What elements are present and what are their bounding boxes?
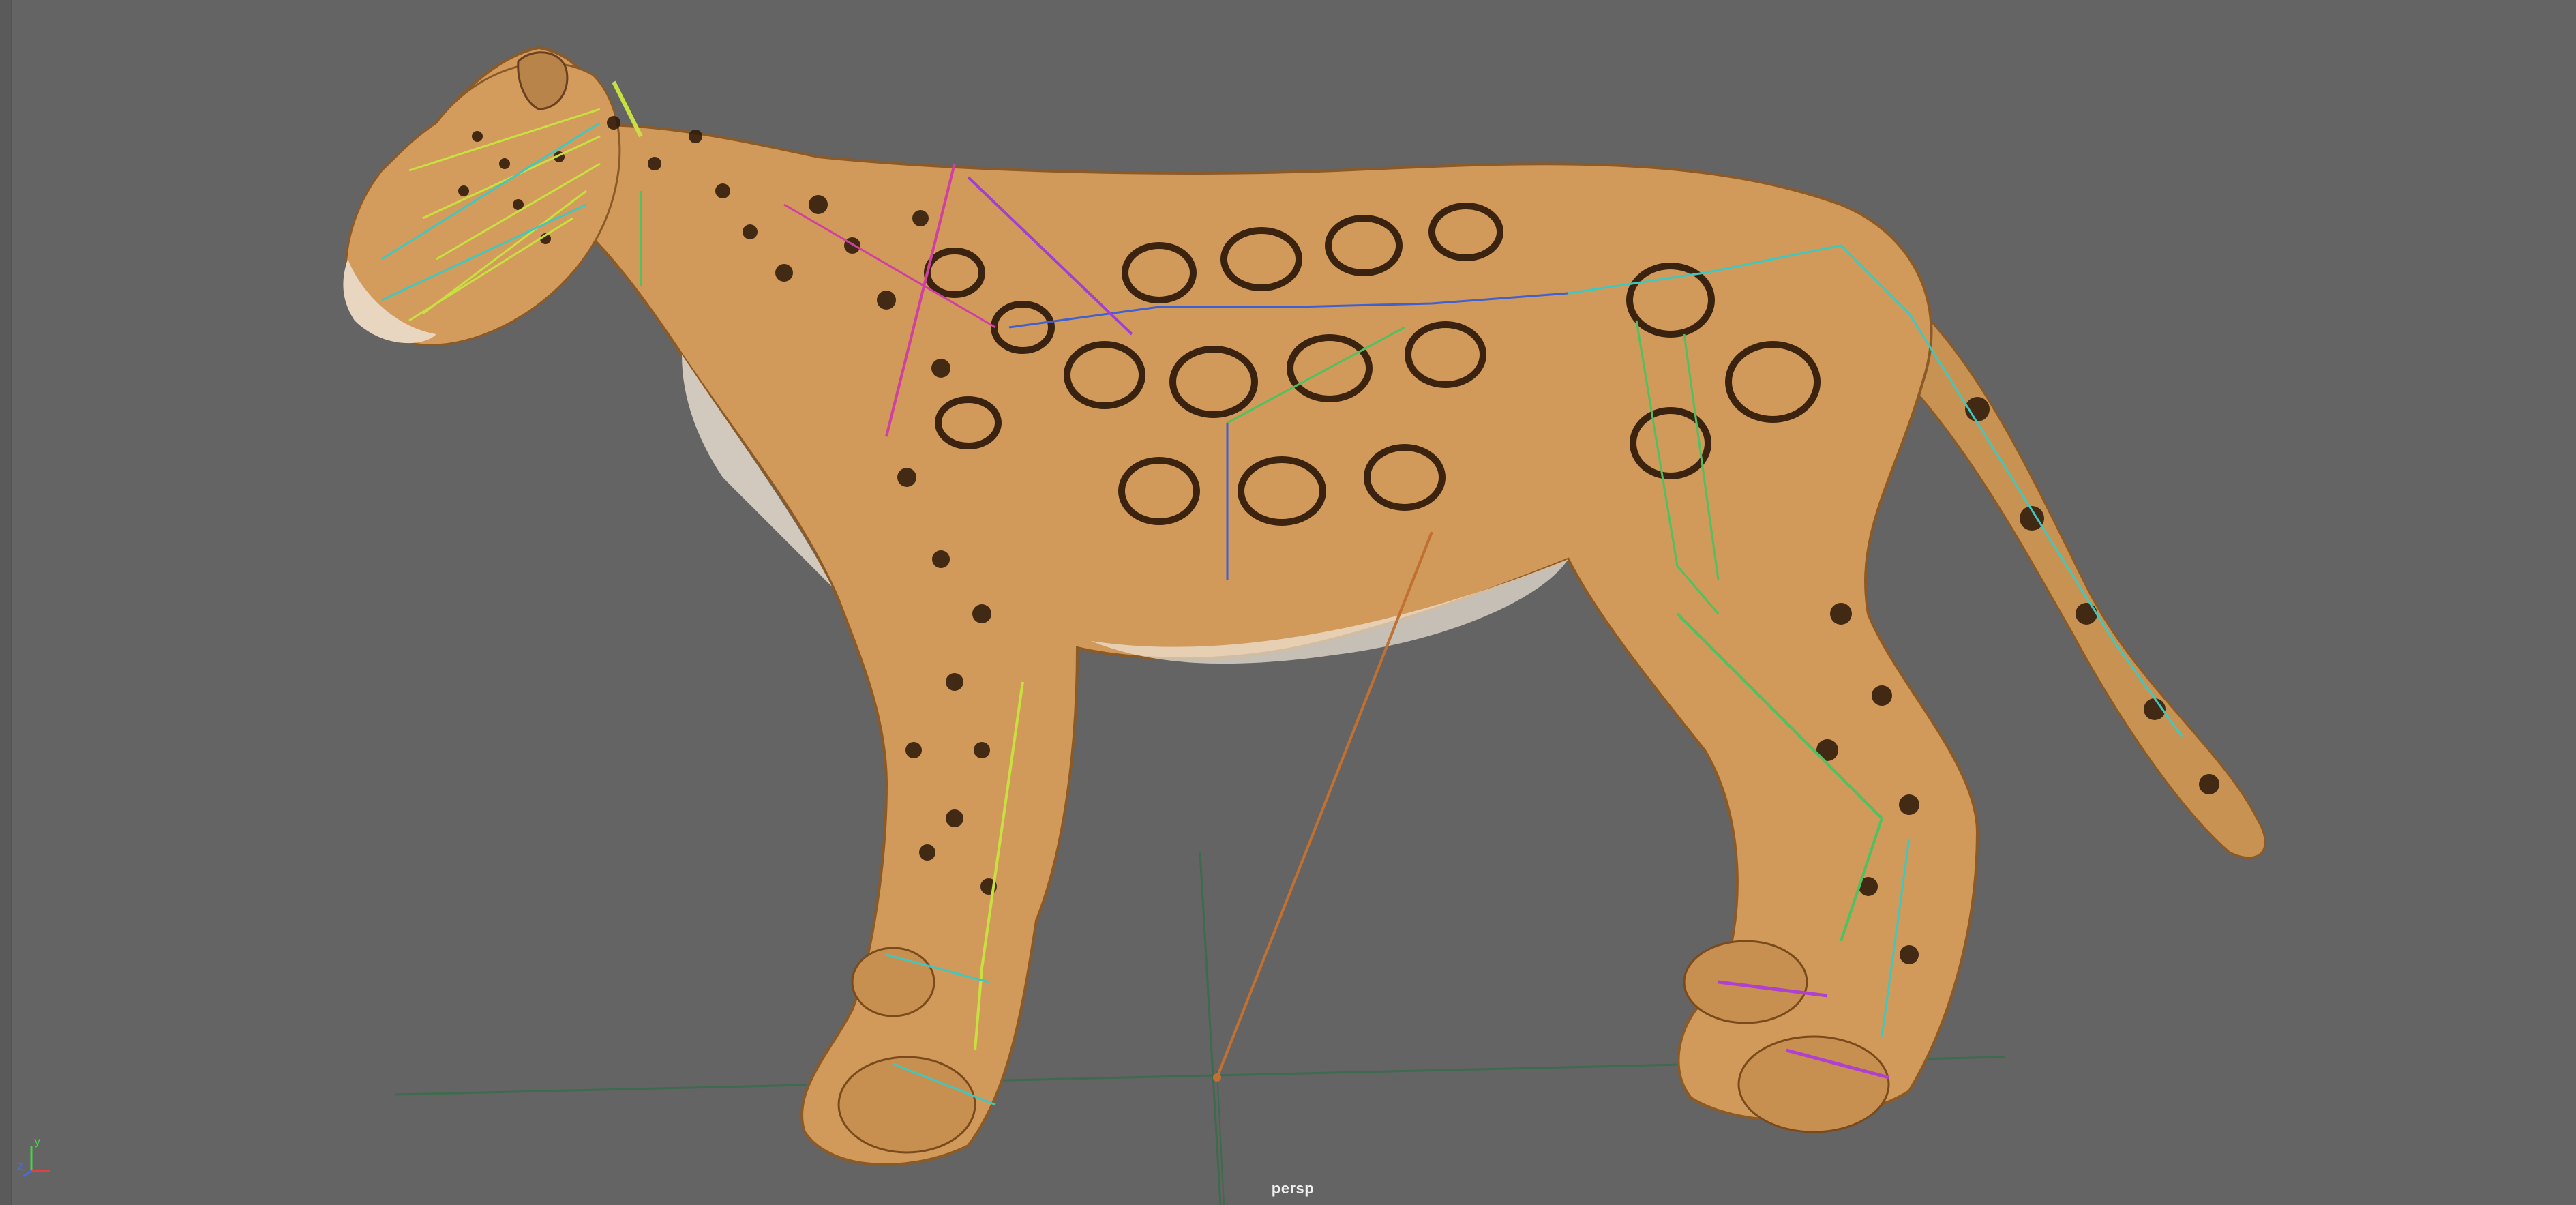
view-axis-gizmo: y z (18, 1135, 65, 1183)
z-axis-line (23, 1170, 32, 1178)
y-axis-label: y (34, 1135, 40, 1148)
scene-canvas[interactable] (0, 0, 2576, 1205)
camera-name-label: persp (1271, 1180, 1315, 1197)
z-axis-label: z (18, 1159, 23, 1172)
jaguar-model[interactable] (343, 46, 2266, 1166)
maya-3d-viewport[interactable]: y z persp (0, 0, 2576, 1205)
